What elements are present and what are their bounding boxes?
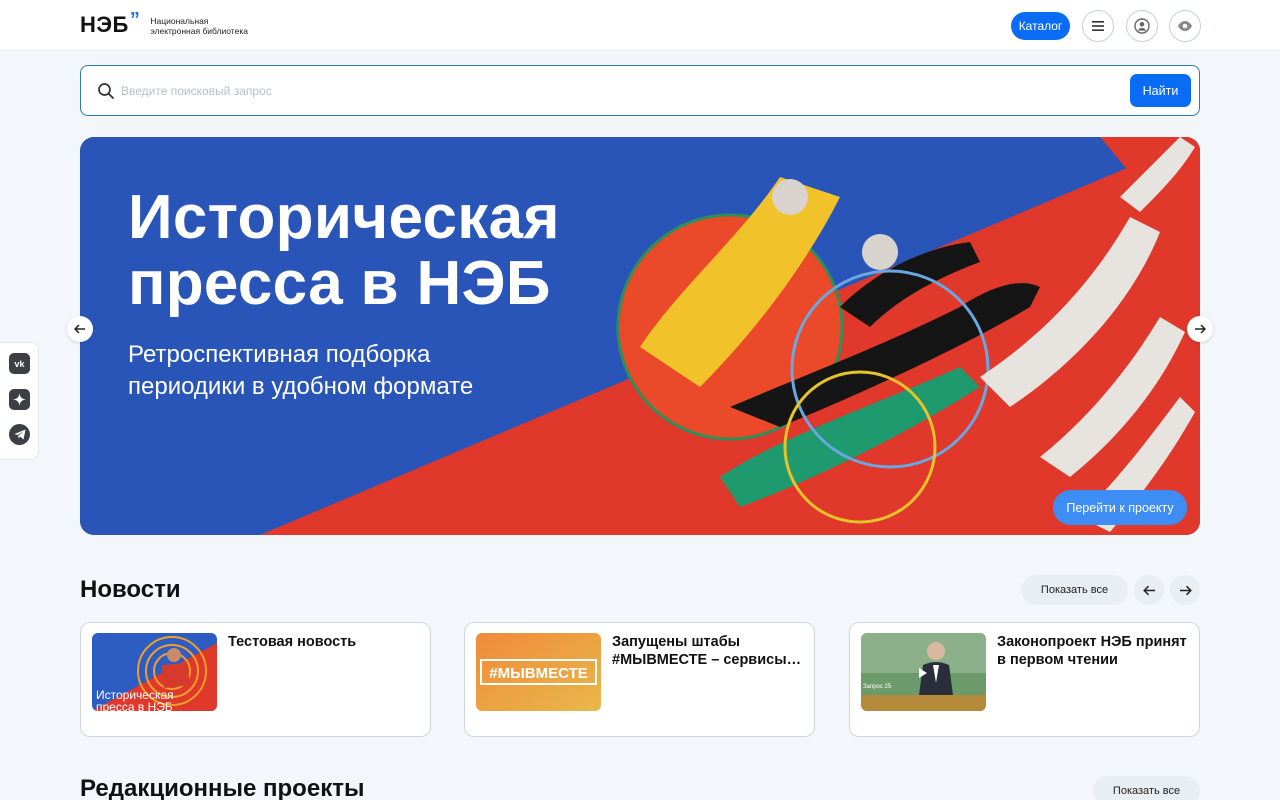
- search-bar: Найти: [80, 65, 1200, 116]
- go-to-project-button[interactable]: Перейти к проекту: [1053, 490, 1187, 525]
- news-thumbnail: Историческая пресса в НЭБ: [92, 633, 217, 711]
- logo-caption-line2: электронная библиотека: [150, 25, 248, 36]
- menu-button[interactable]: [1082, 10, 1114, 42]
- news-thumbnail: #МЫВМЕСТЕ: [476, 633, 601, 711]
- logo-caption-line1: Национальная: [150, 15, 209, 26]
- search-input[interactable]: [121, 80, 1121, 102]
- logo-mark: НЭБ: [80, 12, 129, 37]
- banner-prev-button[interactable]: [67, 316, 93, 342]
- arrow-left-icon: [1142, 585, 1155, 595]
- logo-quote-icon: ”: [129, 9, 141, 31]
- news-card[interactable]: Историческая пресса в НЭБ Тестовая новос…: [80, 622, 431, 737]
- top-header: НЭБ” Национальная электронная библиотека…: [0, 0, 1280, 51]
- news-thumbnail-text: Запрос 25: [863, 684, 892, 690]
- banner-subtitle: Ретроспективная подборка периодики в удо…: [128, 339, 473, 403]
- news-card[interactable]: Запрос 25 Законопроект НЭБ принят в перв…: [849, 622, 1200, 737]
- accessibility-button[interactable]: [1169, 10, 1201, 42]
- vk-icon[interactable]: vk: [9, 353, 30, 374]
- hero-banner[interactable]: Историческая пресса в НЭБ Ретроспективна…: [80, 137, 1200, 535]
- search-submit-button[interactable]: Найти: [1130, 74, 1191, 107]
- projects-show-all-button[interactable]: Показать все: [1093, 776, 1200, 800]
- user-icon: [1134, 18, 1150, 34]
- banner-title: Историческая пресса в НЭБ: [128, 185, 560, 317]
- logo-caption: Национальная электронная библиотека: [150, 16, 248, 36]
- banner-subtitle-line2: периодики в удобном формате: [128, 373, 474, 400]
- arrow-right-icon: [1179, 585, 1192, 595]
- news-thumbnail-text: #МЫВМЕСТЕ: [489, 665, 587, 682]
- dzen-icon[interactable]: [9, 389, 30, 410]
- site-logo[interactable]: НЭБ” Национальная электронная библиотека: [80, 9, 248, 37]
- news-show-all-button[interactable]: Показать все: [1021, 575, 1128, 605]
- projects-heading: Редакционные проекты: [80, 775, 365, 800]
- news-thumbnail-text-line2: пресса в НЭБ: [96, 700, 173, 711]
- news-prev-button[interactable]: [1134, 575, 1164, 605]
- news-heading: Новости: [80, 576, 181, 603]
- news-card-title: Тестовая новость: [228, 634, 357, 650]
- news-card-title: Запущены штабы #МЫВМЕСТЕ – сервисы помощ…: [612, 634, 787, 668]
- hamburger-icon: [1092, 21, 1104, 31]
- banner-title-line2: пресса в НЭБ: [128, 249, 551, 318]
- telegram-icon[interactable]: [9, 424, 30, 445]
- banner-title-line1: Историческая: [128, 183, 560, 252]
- profile-button[interactable]: [1126, 10, 1158, 42]
- banner-next-button[interactable]: [1187, 316, 1213, 342]
- banner-subtitle-line1: Ретроспективная подборка: [128, 341, 431, 368]
- arrow-right-icon: [1195, 324, 1206, 334]
- news-thumbnail: Запрос 25: [861, 633, 986, 711]
- news-card[interactable]: #МЫВМЕСТЕ Запущены штабы #МЫВМЕСТЕ – сер…: [464, 622, 815, 737]
- social-links-bar: vk: [0, 342, 39, 460]
- catalog-button[interactable]: Каталог: [1011, 12, 1070, 40]
- news-card-title: Законопроект НЭБ принят в первом чтении: [997, 634, 1187, 668]
- news-next-button[interactable]: [1170, 575, 1200, 605]
- search-icon: [98, 83, 114, 99]
- arrow-left-icon: [74, 324, 85, 334]
- eye-icon: [1178, 21, 1192, 31]
